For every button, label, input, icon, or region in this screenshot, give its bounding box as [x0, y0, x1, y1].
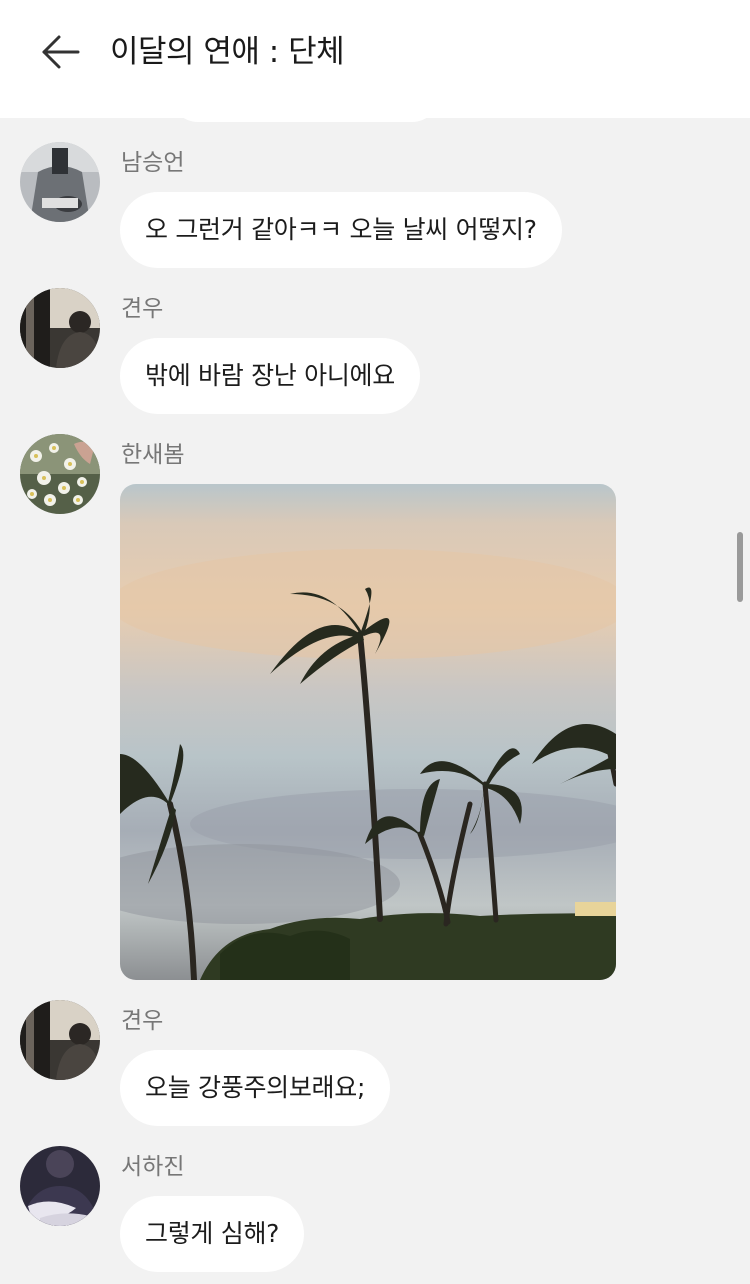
avatar[interactable]	[20, 288, 100, 368]
message-bubble[interactable]: 오 그런거 같아ㅋㅋ 오늘 날씨 어떻지?	[120, 192, 562, 268]
sender-name: 남승언	[121, 150, 185, 176]
chat-header: 이달의 연애 : 단체	[0, 0, 750, 118]
message-bubble[interactable]: 밖에 바람 장난 아니에요	[120, 338, 420, 414]
avatar[interactable]	[20, 1146, 100, 1226]
sender-name: 견우	[121, 1008, 164, 1034]
avatar[interactable]	[20, 142, 100, 222]
chat-room-title: 이달의 연애 : 단체	[110, 34, 345, 70]
sender-name: 한새봄	[121, 442, 185, 468]
scrollbar[interactable]	[737, 532, 743, 602]
message-bubble[interactable]: 그렇게 심해?	[120, 1196, 305, 1272]
back-button[interactable]	[38, 30, 84, 76]
arrow-left-icon	[42, 35, 80, 69]
sender-name: 서하진	[121, 1154, 185, 1180]
photo-attachment[interactable]	[120, 484, 616, 980]
sender-name: 견우	[121, 296, 164, 322]
message-bubble[interactable]: 오늘 강풍주의보래요;	[120, 1050, 391, 1126]
avatar[interactable]	[20, 1000, 100, 1080]
avatar[interactable]	[20, 434, 100, 514]
